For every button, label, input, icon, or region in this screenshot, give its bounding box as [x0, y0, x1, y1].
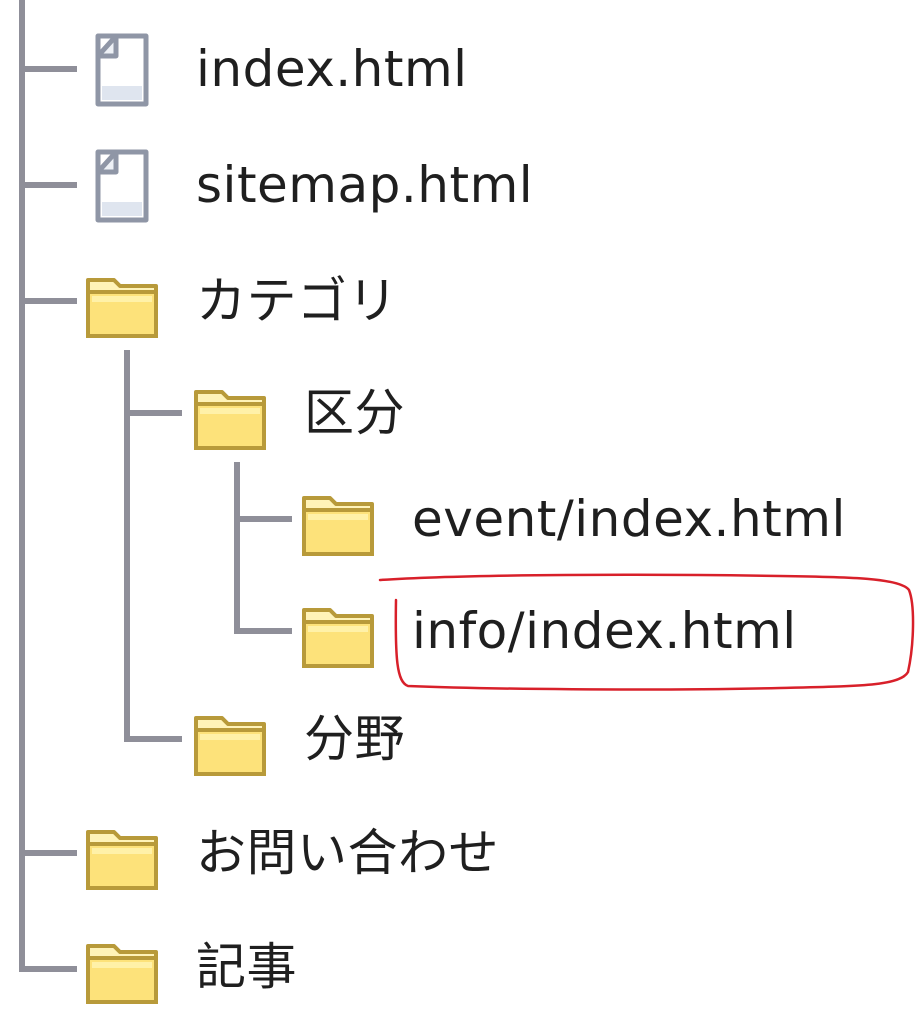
tree-connector — [19, 182, 77, 188]
folder-icon — [190, 700, 270, 780]
tree-connector — [234, 462, 240, 634]
folder-icon — [82, 928, 162, 1008]
tree-item-division[interactable]: 区分 — [190, 366, 510, 462]
folder-icon — [82, 814, 162, 894]
tree-item-index-html[interactable]: index.html — [82, 22, 582, 118]
folder-icon — [298, 592, 378, 672]
tree-item-field[interactable]: 分野 — [190, 692, 510, 788]
tree-item-info-index-html[interactable]: info/index.html — [298, 584, 858, 680]
tree-connector — [124, 736, 182, 742]
tree-item-label: カテゴリ — [196, 272, 398, 330]
tree-item-contact[interactable]: お問い合わせ — [82, 806, 602, 902]
tree-item-label: info/index.html — [412, 602, 797, 660]
tree-item-label: index.html — [196, 40, 468, 98]
tree-item-label: 分野 — [304, 710, 405, 768]
tree-connector — [19, 66, 77, 72]
tree-connector — [124, 350, 130, 742]
folder-icon — [298, 480, 378, 560]
folder-icon — [82, 262, 162, 342]
tree-item-label: お問い合わせ — [196, 824, 499, 882]
file-icon — [82, 30, 162, 110]
site-tree: index.html sitemap.html カテゴリ 区分 event/in… — [0, 0, 917, 1004]
tree-connector — [19, 0, 25, 972]
tree-item-sitemap-html[interactable]: sitemap.html — [82, 138, 602, 234]
tree-item-label: 記事 — [196, 938, 297, 996]
tree-connector — [19, 850, 77, 856]
tree-item-label: 区分 — [304, 384, 405, 442]
tree-item-category[interactable]: カテゴリ — [82, 254, 502, 350]
tree-connector — [19, 298, 77, 304]
tree-item-event-index-html[interactable]: event/index.html — [298, 472, 908, 568]
tree-connector — [234, 628, 292, 634]
tree-connector — [234, 516, 292, 522]
folder-icon — [190, 374, 270, 454]
tree-connector — [124, 410, 182, 416]
file-icon — [82, 146, 162, 226]
tree-connector — [19, 966, 77, 972]
tree-item-label: sitemap.html — [196, 156, 534, 214]
tree-item-articles[interactable]: 記事 — [82, 920, 402, 1016]
tree-item-label: event/index.html — [412, 490, 846, 548]
